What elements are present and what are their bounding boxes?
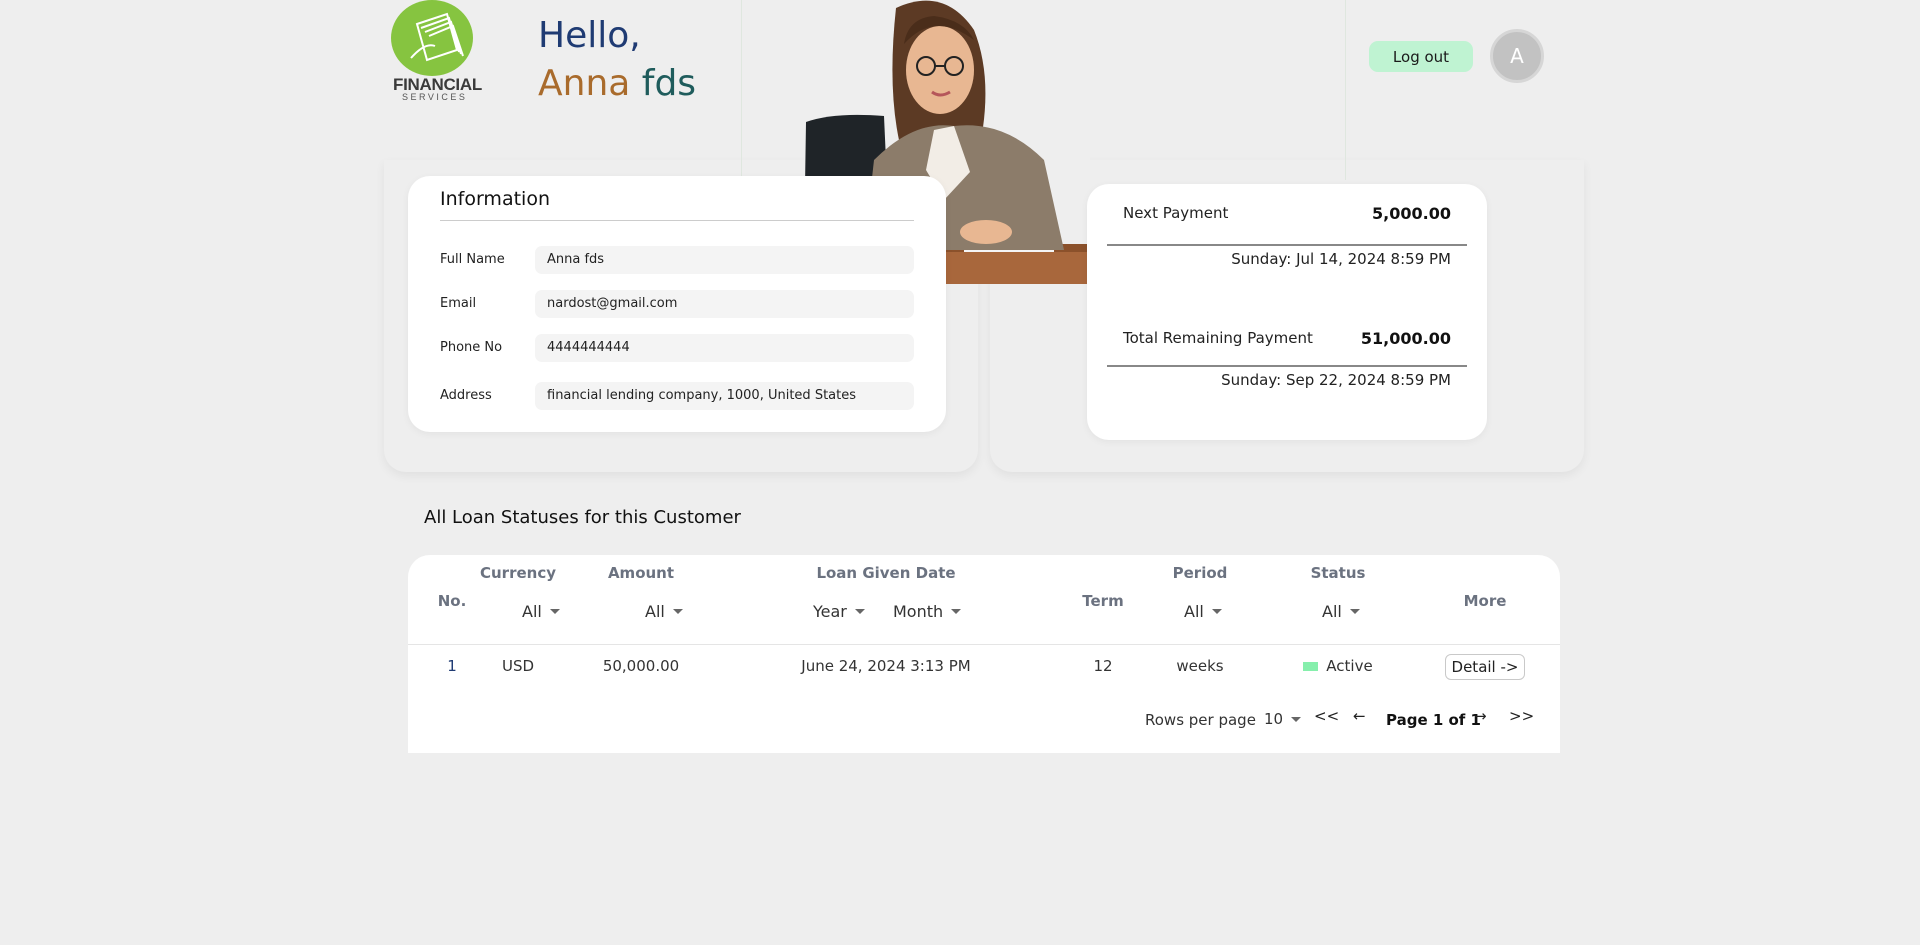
rows-per-page-value: 10	[1264, 710, 1284, 728]
cell-period: weeks	[1176, 657, 1224, 675]
column-header-more: More	[1463, 592, 1507, 610]
status-filter[interactable]: All	[1322, 602, 1360, 621]
brand-logo[interactable]: FINANCIAL SERVICES	[391, 0, 483, 104]
cell-currency: USD	[501, 657, 535, 675]
chevron-down-icon	[549, 609, 560, 614]
loans-table: No. Currency All Amount All Loan Given D…	[408, 555, 1560, 753]
phone-field[interactable]: 4444444444	[535, 334, 914, 362]
currency-filter[interactable]: All	[522, 602, 560, 621]
year-filter-value: Year	[813, 602, 847, 621]
page-indicator: Page 1 of 1	[1386, 711, 1481, 729]
full-name-field[interactable]: Anna fds	[535, 246, 914, 274]
year-filter[interactable]: Year	[813, 602, 865, 621]
divider-line	[741, 0, 742, 180]
divider-line	[1345, 0, 1346, 180]
chevron-down-icon	[672, 609, 683, 614]
greeting-first-name: Anna	[538, 63, 631, 104]
column-header-no: No.	[437, 592, 467, 610]
chevron-down-icon	[951, 609, 962, 614]
chevron-down-icon	[1211, 609, 1222, 614]
next-payment-date: Sunday: Jul 14, 2024 8:59 PM	[1231, 250, 1451, 268]
next-payment-amount: 5,000.00	[1372, 204, 1451, 223]
column-header-period: Period	[1172, 564, 1228, 582]
amount-filter[interactable]: All	[645, 602, 683, 621]
cell-term: 12	[1093, 657, 1113, 675]
information-card: Information Full Name Anna fds Email nar…	[408, 176, 946, 432]
next-payment-label: Next Payment	[1123, 204, 1229, 222]
email-field[interactable]: nardost@gmail.com	[535, 290, 914, 318]
greeting: Hello, Anna fds	[538, 12, 696, 108]
next-page-button[interactable]: →	[1474, 707, 1487, 725]
status-filter-value: All	[1322, 602, 1342, 621]
previous-page-button[interactable]: ←	[1353, 707, 1366, 725]
logout-button[interactable]: Log out	[1369, 41, 1473, 72]
greeting-hello: Hello,	[538, 15, 641, 56]
total-remaining-amount: 51,000.00	[1360, 329, 1451, 348]
address-field[interactable]: financial lending company, 1000, United …	[535, 382, 914, 410]
total-remaining-date: Sunday: Sep 22, 2024 8:59 PM	[1221, 371, 1451, 389]
total-remaining-label: Total Remaining Payment	[1123, 329, 1313, 347]
column-header-amount: Amount	[607, 564, 675, 582]
avatar[interactable]: A	[1490, 29, 1544, 83]
chevron-down-icon	[854, 609, 865, 614]
rows-per-page-label: Rows per page	[1145, 711, 1256, 729]
chevron-down-icon	[1291, 716, 1302, 722]
address-label: Address	[440, 388, 492, 403]
cell-loan-given-date: June 24, 2024 3:13 PM	[801, 657, 971, 675]
info-row-email: Email nardost@gmail.com	[440, 290, 914, 318]
header-row-divider	[408, 644, 1560, 645]
cell-no: 1	[447, 657, 457, 675]
info-row-phone: Phone No 4444444444	[440, 334, 914, 362]
chevron-down-icon	[1349, 609, 1360, 614]
information-title: Information	[440, 188, 550, 210]
total-remaining-divider	[1107, 365, 1467, 367]
last-page-button[interactable]: >>	[1509, 707, 1534, 725]
greeting-last-name: fds	[641, 63, 697, 104]
cell-amount: 50,000.00	[602, 657, 680, 675]
phone-label: Phone No	[440, 340, 503, 355]
full-name-label: Full Name	[440, 252, 505, 267]
column-header-status: Status	[1310, 564, 1366, 582]
email-label: Email	[440, 296, 477, 311]
info-row-full-name: Full Name Anna fds	[440, 246, 914, 274]
amount-filter-value: All	[645, 602, 665, 621]
column-header-term: Term	[1082, 592, 1124, 610]
payment-summary-card: Next Payment 5,000.00 Sunday: Jul 14, 20…	[1087, 184, 1487, 440]
currency-filter-value: All	[522, 602, 542, 621]
column-header-currency: Currency	[479, 564, 556, 582]
info-row-address: Address financial lending company, 1000,…	[440, 382, 914, 410]
period-filter[interactable]: All	[1184, 602, 1222, 621]
logo-secondary-text: SERVICES	[402, 92, 468, 102]
status-text: Active	[1326, 657, 1373, 675]
month-filter-value: Month	[893, 602, 944, 621]
period-filter-value: All	[1184, 602, 1204, 621]
column-header-loan-given-date: Loan Given Date	[816, 564, 956, 582]
rows-per-page-select[interactable]: 10	[1264, 710, 1302, 728]
loans-heading: All Loan Statuses for this Customer	[424, 507, 741, 528]
month-filter[interactable]: Month	[893, 602, 962, 621]
cell-status: Active	[1278, 657, 1398, 675]
information-divider	[440, 220, 914, 221]
first-page-button[interactable]: <<	[1314, 707, 1339, 725]
logo-emblem-icon	[391, 0, 473, 76]
detail-button[interactable]: Detail ->	[1445, 654, 1525, 680]
next-payment-divider	[1107, 244, 1467, 246]
status-indicator-icon	[1303, 662, 1319, 671]
